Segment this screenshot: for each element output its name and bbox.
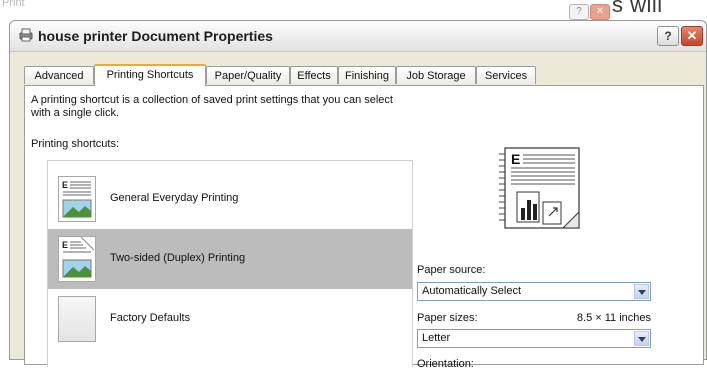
tab-paper-quality[interactable]: Paper/Quality (206, 66, 290, 84)
paper-sizes-select[interactable]: Letter (417, 329, 651, 348)
background-close-button[interactable]: ✕ (590, 4, 610, 20)
tab-job-storage[interactable]: Job Storage (396, 66, 476, 84)
paper-sizes-label: Paper sizes: (417, 312, 478, 324)
printing-shortcuts-panel: A printing shortcut is a collection of s… (24, 85, 704, 370)
svg-text:E: E (62, 240, 68, 250)
paper-source-select[interactable]: Automatically Select (417, 282, 651, 301)
shortcut-label: Factory Defaults (110, 312, 191, 324)
document-properties-dialog: house printer Document Properties ? ✕ Ad… (9, 20, 707, 370)
duplex-document-icon: E (58, 236, 96, 282)
tab-advanced[interactable]: Advanced (24, 66, 94, 84)
printing-shortcuts-label: Printing shortcuts: (31, 138, 120, 150)
tab-finishing[interactable]: Finishing (338, 66, 396, 84)
list-item[interactable]: Factory Defaults (48, 289, 412, 349)
shortcut-description: A printing shortcut is a collection of s… (31, 94, 393, 119)
shortcut-label: Two-sided (Duplex) Printing (110, 252, 246, 264)
tab-effects[interactable]: Effects (290, 66, 338, 84)
dialog-titlebar[interactable]: house printer Document Properties ? ✕ (10, 21, 706, 52)
svg-text:E: E (511, 151, 520, 167)
chevron-down-icon[interactable] (634, 331, 649, 346)
list-item[interactable]: E General Everyday Printing (48, 169, 412, 229)
background-help-button[interactable]: ? (569, 4, 589, 20)
page-preview-icon: E (493, 146, 593, 232)
document-landscape-icon: E (58, 176, 96, 222)
shortcut-label: General Everyday Printing (110, 192, 239, 204)
paper-source-label: Paper source: (417, 264, 486, 276)
chevron-down-icon[interactable] (634, 284, 649, 299)
paper-size-dimensions: 8.5 × 11 inches (576, 312, 651, 324)
shortcut-list[interactable]: E General Everyday Printing E Two-sided … (47, 160, 413, 367)
close-button[interactable]: ✕ (681, 26, 703, 46)
background-window-title: Print (2, 0, 25, 9)
blank-document-icon (58, 296, 96, 342)
paper-sizes-value: Letter (422, 332, 451, 344)
printer-icon (18, 27, 34, 43)
help-button[interactable]: ? (657, 26, 679, 46)
list-item[interactable]: E Two-sided (Duplex) Printing (48, 229, 412, 289)
dialog-title: house printer Document Properties (38, 28, 273, 44)
background-partial-text: s will (612, 0, 663, 17)
paper-source-value: Automatically Select (422, 285, 522, 297)
orientation-label: Orientation: (417, 358, 474, 370)
tab-services[interactable]: Services (476, 66, 536, 84)
tab-printing-shortcuts[interactable]: Printing Shortcuts (94, 64, 206, 86)
svg-text:E: E (62, 180, 68, 190)
